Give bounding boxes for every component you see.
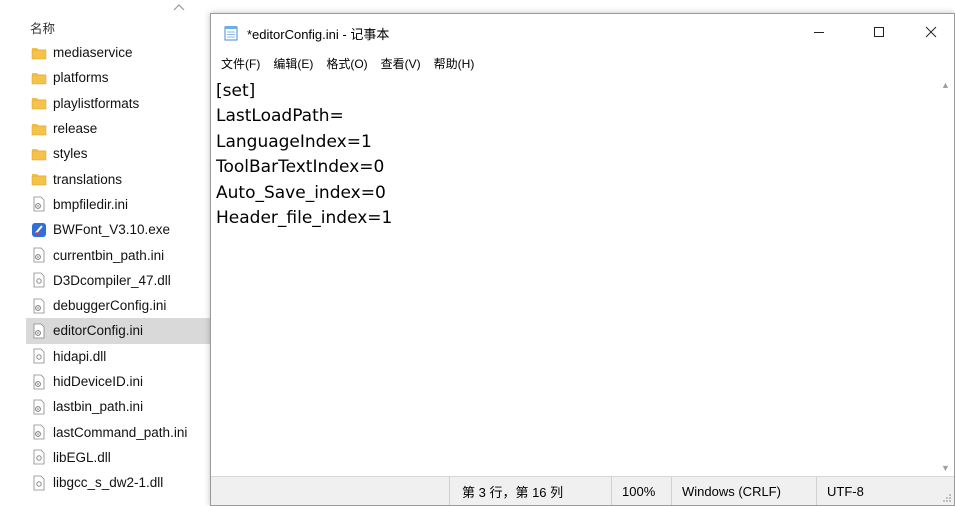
menu-file[interactable]: 文件(F) xyxy=(221,55,260,72)
file-item[interactable]: lastCommand_path.ini xyxy=(26,419,212,444)
file-name: bmpfiledir.ini xyxy=(53,196,129,212)
config-file-icon xyxy=(31,196,47,212)
file-name: debuggerConfig.ini xyxy=(53,298,167,314)
file-name: currentbin_path.ini xyxy=(53,247,165,263)
close-icon xyxy=(925,26,937,38)
column-header-name[interactable]: 名称 xyxy=(30,18,55,37)
file-item[interactable]: bmpfiledir.ini xyxy=(26,192,212,217)
scroll-up-icon[interactable]: ▲ xyxy=(937,76,954,93)
file-item[interactable]: currentbin_path.ini xyxy=(26,242,212,267)
file-name: playlistformats xyxy=(53,95,140,111)
editor-line: LanguageIndex=1 xyxy=(216,131,372,152)
status-line-ending: Windows (CRLF) xyxy=(671,477,816,505)
file-item[interactable]: lastbin_path.ini xyxy=(26,394,212,419)
file-item[interactable]: playlistformats xyxy=(26,91,212,116)
file-name: hidDeviceID.ini xyxy=(53,374,144,389)
config-file-icon xyxy=(31,374,47,390)
minimize-button[interactable] xyxy=(796,14,842,50)
folder-icon xyxy=(31,146,47,162)
file-item[interactable]: translations xyxy=(26,166,212,191)
menu-bar: 文件(F) 编辑(E) 格式(O) 查看(V) 帮助(H) xyxy=(211,52,954,74)
file-name: lastbin_path.ini xyxy=(53,399,144,415)
file-item[interactable]: debuggerConfig.ini xyxy=(26,293,212,318)
vertical-scrollbar[interactable]: ▲ ▼ xyxy=(937,76,954,476)
file-item[interactable]: libgcc_s_dw2-1.dll xyxy=(26,470,212,495)
editor-line: Header_file_index=1 xyxy=(216,208,393,229)
file-item[interactable]: D3Dcompiler_47.dll xyxy=(26,268,212,293)
file-item[interactable]: libEGL.dll xyxy=(26,445,212,470)
file-name: libgcc_s_dw2-1.dll xyxy=(53,475,164,491)
notepad-window: *editorConfig.ini - 记事本 文件(F) 编辑(E) 格式(O… xyxy=(210,13,955,506)
file-name: editorConfig.ini xyxy=(53,323,144,339)
status-encoding: UTF-8 xyxy=(816,477,955,505)
maximize-button[interactable] xyxy=(856,14,902,50)
config-file-icon xyxy=(31,323,47,339)
file-name: mediaservice xyxy=(53,45,133,61)
dll-file-icon xyxy=(31,475,47,491)
file-name: translations xyxy=(53,171,123,187)
scroll-down-icon[interactable]: ▼ xyxy=(937,459,954,476)
file-name: release xyxy=(53,121,98,137)
menu-help[interactable]: 帮助(H) xyxy=(434,55,475,72)
status-zoom: 100% xyxy=(611,477,671,505)
minimize-icon xyxy=(814,32,824,33)
file-item[interactable]: editorConfig.ini xyxy=(26,318,212,344)
menu-edit[interactable]: 编辑(E) xyxy=(273,55,313,72)
file-name: libEGL.dll xyxy=(53,449,111,465)
file-item[interactable]: platforms xyxy=(26,65,212,90)
config-file-icon xyxy=(31,298,47,314)
file-item[interactable]: styles xyxy=(26,141,212,166)
notepad-icon xyxy=(224,26,238,41)
folder-icon xyxy=(31,70,47,86)
file-item[interactable]: hidDeviceID.ini xyxy=(26,369,212,394)
dll-file-icon xyxy=(31,449,47,465)
folder-icon xyxy=(31,171,47,187)
folder-icon xyxy=(31,95,47,111)
status-bar: 第 3 行，第 16 列 100% Windows (CRLF) UTF-8 xyxy=(211,476,954,505)
file-name: hidapi.dll xyxy=(53,348,107,364)
file-list: mediaservice platforms playlistformats rele… xyxy=(26,40,212,495)
config-file-icon xyxy=(31,247,47,263)
explorer-left-edge xyxy=(0,0,14,506)
text-editor[interactable]: [set] LastLoadPath= LanguageIndex=1 ToolBar… xyxy=(211,76,939,476)
dll-file-icon xyxy=(31,272,47,288)
app-exe-icon xyxy=(31,222,47,238)
resize-grip-icon[interactable] xyxy=(942,493,952,503)
folder-icon xyxy=(31,45,47,61)
file-name: styles xyxy=(53,146,88,162)
sort-up-icon[interactable] xyxy=(172,2,186,12)
menu-view[interactable]: 查看(V) xyxy=(381,55,421,72)
file-name: lastCommand_path.ini xyxy=(53,424,188,440)
file-item[interactable]: BWFont_V3.10.exe xyxy=(26,217,212,242)
status-cursor-position: 第 3 行，第 16 列 xyxy=(449,477,611,505)
config-file-icon xyxy=(31,424,47,440)
maximize-icon xyxy=(874,27,884,37)
dll-file-icon xyxy=(31,348,47,364)
editor-line: Auto_Save_index=0 xyxy=(216,182,386,203)
close-button[interactable] xyxy=(908,14,954,50)
editor-line: [set] xyxy=(216,81,256,101)
file-item[interactable]: mediaservice xyxy=(26,40,212,65)
config-file-icon xyxy=(31,399,47,415)
file-name: platforms xyxy=(53,70,109,86)
editor-line: ToolBarTextIndex=0 xyxy=(216,157,385,178)
file-name: D3Dcompiler_47.dll xyxy=(53,272,171,288)
file-item[interactable]: hidapi.dll xyxy=(26,344,212,369)
title-bar[interactable]: *editorConfig.ini - 记事本 xyxy=(211,14,954,50)
window-title: *editorConfig.ini - 记事本 xyxy=(247,27,390,42)
file-name: BWFont_V3.10.exe xyxy=(53,222,171,238)
menu-format[interactable]: 格式(O) xyxy=(326,55,367,72)
file-item[interactable]: release xyxy=(26,116,212,141)
folder-icon xyxy=(31,121,47,137)
editor-line: LastLoadPath= xyxy=(216,106,344,127)
